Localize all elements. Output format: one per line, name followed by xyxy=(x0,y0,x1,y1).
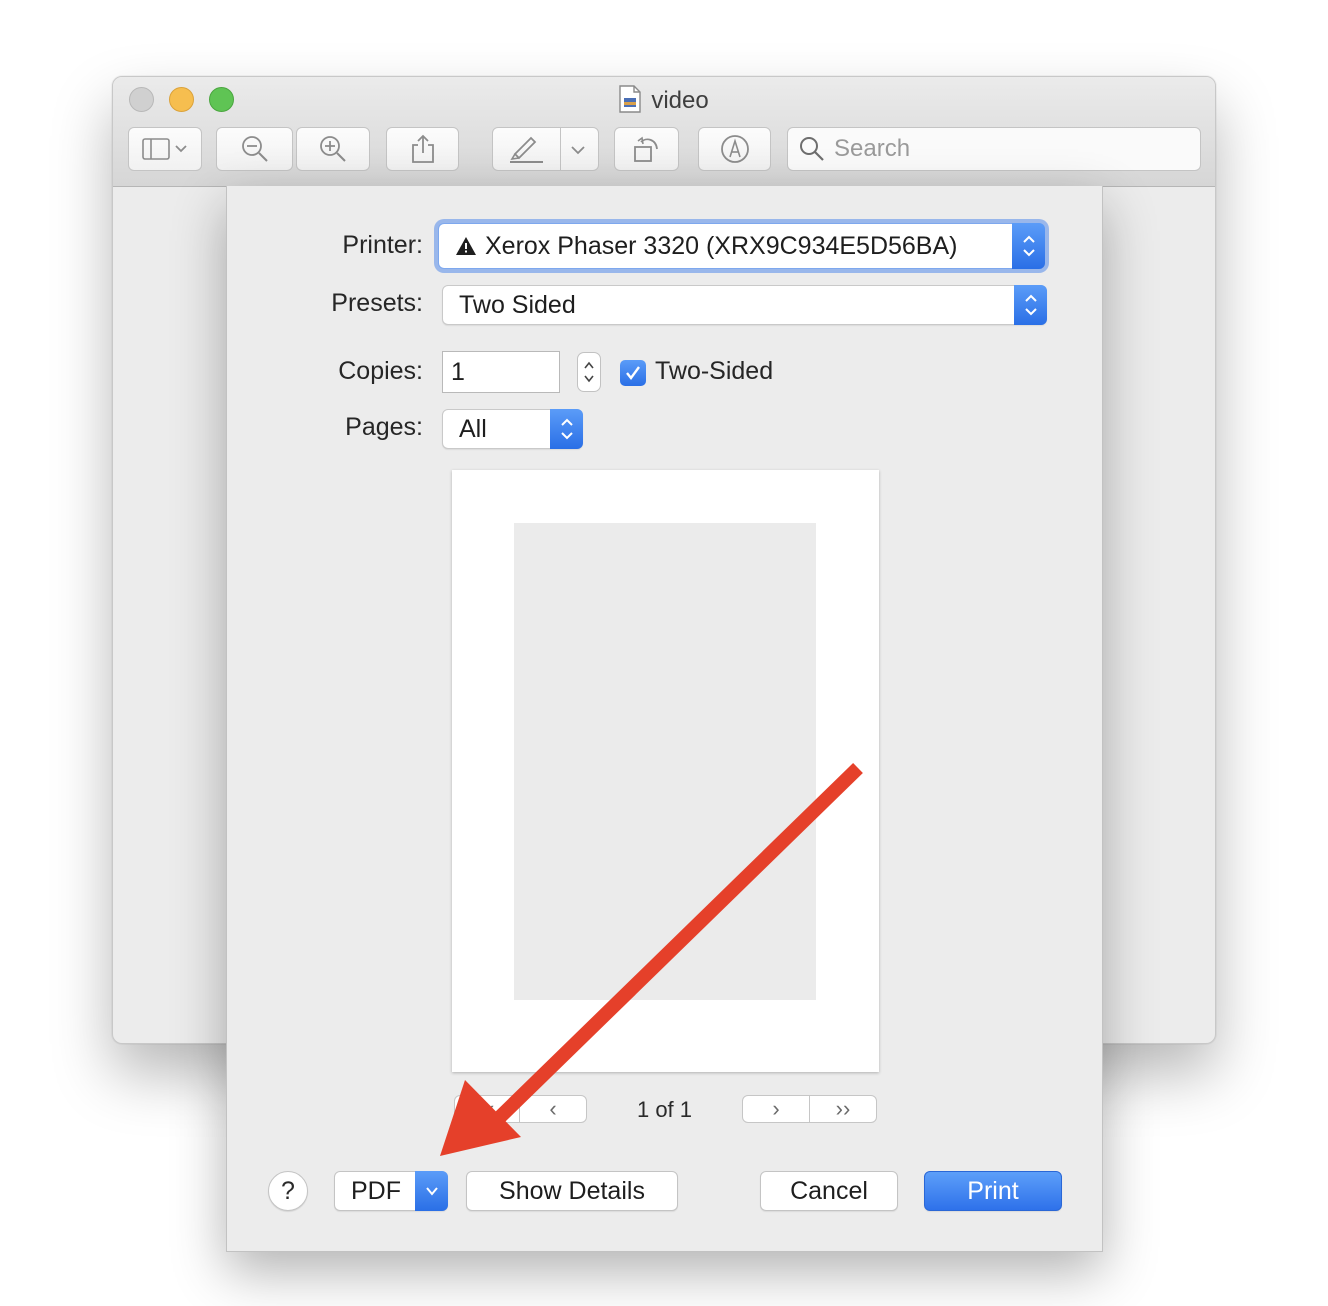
search-placeholder: Search xyxy=(834,135,911,162)
show-details-button[interactable]: Show Details xyxy=(466,1171,678,1211)
zoom-in-button[interactable] xyxy=(296,127,370,171)
search-icon xyxy=(800,137,824,161)
sidebar-icon xyxy=(142,138,187,160)
zoom-in-icon xyxy=(320,136,346,162)
chevron-down-icon xyxy=(425,1187,438,1196)
presets-label: Presets: xyxy=(331,289,423,317)
print-dialog: Printer: Xerox Phaser 3320 (XRX9C934E5D5… xyxy=(226,186,1103,1252)
printer-popup-arrows xyxy=(1012,223,1045,269)
previous-page-button[interactable]: ‹ xyxy=(519,1095,587,1123)
printer-value: Xerox Phaser 3320 (XRX9C934E5D56BA) xyxy=(485,231,958,260)
updown-arrows-icon xyxy=(1024,294,1037,316)
search-field[interactable]: Search xyxy=(787,127,1201,171)
highlighter-icon xyxy=(509,136,543,163)
pdf-menu-button[interactable]: PDF xyxy=(334,1171,448,1211)
zoom-out-icon xyxy=(241,136,268,162)
presets-popup[interactable]: Two Sided xyxy=(442,285,1047,325)
copies-stepper[interactable] xyxy=(577,352,601,392)
help-button[interactable]: ? xyxy=(268,1171,308,1211)
updown-arrows-icon xyxy=(1022,235,1035,257)
document-icon xyxy=(619,85,642,113)
copies-field[interactable]: 1 xyxy=(442,351,560,393)
pdf-button-label: PDF xyxy=(351,1176,401,1205)
highlight-button[interactable] xyxy=(492,127,599,171)
title-bar: video Search xyxy=(113,77,1215,187)
sidebar-toggle-button[interactable] xyxy=(128,127,202,171)
print-button[interactable]: Print xyxy=(924,1171,1062,1211)
printer-label: Printer: xyxy=(342,231,423,259)
share-button[interactable] xyxy=(386,127,459,171)
markup-button[interactable] xyxy=(698,127,771,171)
pages-value: All xyxy=(459,414,487,443)
checkmark-icon xyxy=(626,366,640,380)
print-preview-page xyxy=(452,470,879,1072)
chevron-down-icon[interactable] xyxy=(568,140,588,160)
pages-label: Pages: xyxy=(345,413,423,441)
rotate-button[interactable] xyxy=(614,127,679,171)
warning-icon xyxy=(456,237,476,255)
pages-popup-arrows xyxy=(550,409,583,449)
copies-label: Copies: xyxy=(338,357,423,385)
last-page-button[interactable]: ›› xyxy=(809,1095,877,1123)
rotate-icon xyxy=(633,136,658,162)
cancel-button[interactable]: Cancel xyxy=(760,1171,898,1211)
print-preview-content xyxy=(514,523,816,1000)
presets-popup-arrows xyxy=(1014,285,1047,325)
window-title-container: video xyxy=(113,85,1215,115)
chevron-left-icon: ‹ xyxy=(549,1096,557,1121)
chevron-right-icon: › xyxy=(772,1096,780,1121)
two-sided-checkbox[interactable] xyxy=(620,360,646,386)
double-chevron-left-icon: ‹‹ xyxy=(479,1096,495,1121)
share-icon xyxy=(411,134,434,163)
printer-popup[interactable]: Xerox Phaser 3320 (XRX9C934E5D56BA) xyxy=(438,223,1045,269)
pages-popup[interactable]: All xyxy=(442,409,583,449)
page-indicator: 1 of 1 xyxy=(636,1097,693,1122)
markup-icon xyxy=(720,135,749,163)
zoom-out-button[interactable] xyxy=(216,127,293,171)
presets-value: Two Sided xyxy=(459,290,576,319)
next-page-button[interactable]: › xyxy=(742,1095,810,1123)
window-title: video xyxy=(651,87,709,114)
stepper-arrows-icon xyxy=(584,361,594,383)
pdf-dropdown-arrow[interactable] xyxy=(415,1171,448,1211)
two-sided-label[interactable]: Two-Sided xyxy=(655,357,773,386)
double-chevron-right-icon: ›› xyxy=(835,1096,851,1121)
first-page-button[interactable]: ‹‹ xyxy=(454,1095,520,1123)
updown-arrows-icon xyxy=(560,418,573,440)
